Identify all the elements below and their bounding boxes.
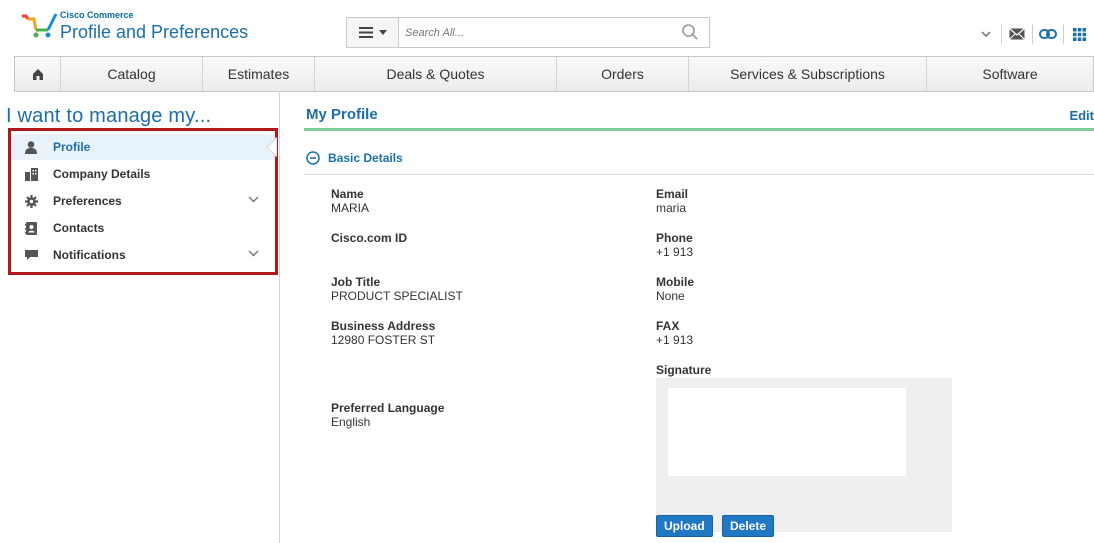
person-icon	[21, 140, 41, 154]
menu-item-notifications[interactable]: Notifications	[11, 242, 275, 268]
menu-item-company-details[interactable]: Company Details	[11, 161, 275, 187]
gear-icon	[21, 194, 41, 208]
field-value: +1 913	[656, 333, 694, 347]
left-panel: I want to manage my... Profile Company D…	[0, 92, 280, 543]
field-signature: Signature	[656, 364, 711, 377]
chevron-down-icon[interactable]	[248, 196, 259, 203]
app-title: Profile and Preferences	[60, 22, 249, 42]
field-label: Cisco.com ID	[331, 231, 408, 245]
field-label: Name	[331, 187, 364, 201]
chevron-down-icon[interactable]	[971, 23, 1001, 45]
field-value: PRODUCT SPECIALIST	[331, 289, 463, 303]
main-content: My Profile Edit Basic Details Name MARIA…	[290, 92, 1094, 543]
section-label: Basic Details	[328, 151, 403, 165]
field-label: Email	[656, 187, 689, 201]
mail-icon[interactable]	[1002, 23, 1032, 45]
field-value: +1 913	[656, 245, 694, 259]
edit-link[interactable]: Edit	[1069, 108, 1094, 123]
nav-orders[interactable]: Orders	[557, 57, 689, 91]
field-email: Email maria	[656, 188, 688, 215]
manage-title: I want to manage my...	[6, 105, 212, 127]
menu-label: Notifications	[53, 248, 126, 262]
signature-label: Signature	[656, 363, 712, 377]
hamburger-icon	[358, 27, 373, 38]
field-label: Business Address	[331, 319, 436, 333]
field-value: maria	[656, 201, 687, 215]
chat-icon	[21, 249, 41, 261]
divider	[304, 174, 1094, 175]
header-icons	[971, 22, 1094, 46]
nav-catalog[interactable]: Catalog	[61, 57, 203, 91]
chevron-down-icon[interactable]	[248, 250, 259, 257]
search-icon[interactable]	[681, 23, 699, 41]
app-header: Cisco Commerce Profile and Preferences	[0, 0, 1094, 54]
nav-services-subscriptions[interactable]: Services & Subscriptions	[689, 57, 927, 91]
grid-icon[interactable]	[1064, 23, 1094, 45]
field-label: Preferred Language	[331, 401, 445, 415]
section-header-basic-details[interactable]: Basic Details	[306, 151, 403, 165]
field-fax: FAX +1 913	[656, 320, 693, 347]
field-value: English	[331, 415, 371, 429]
field-name: Name MARIA	[331, 188, 369, 215]
nav-software[interactable]: Software	[927, 57, 1093, 91]
page-title: My Profile	[306, 106, 378, 123]
upload-button[interactable]: Upload	[656, 515, 713, 537]
field-label: FAX	[656, 319, 680, 333]
field-label: Phone	[656, 231, 693, 245]
menu-label: Company Details	[53, 167, 151, 181]
field-value: MARIA	[331, 201, 370, 215]
caret-down-icon	[378, 30, 387, 35]
field-job-title: Job Title PRODUCT SPECIALIST	[331, 276, 463, 303]
nav-deals-quotes[interactable]: Deals & Quotes	[315, 57, 557, 91]
search-scope-button[interactable]	[347, 18, 399, 47]
menu-label: Preferences	[53, 194, 122, 208]
home-icon	[32, 68, 43, 80]
field-label: Mobile	[656, 275, 694, 289]
title-underline	[304, 128, 1094, 131]
search-input[interactable]	[405, 23, 665, 43]
field-label: Job Title	[331, 275, 381, 289]
field-preferred-language: Preferred Language English	[331, 402, 444, 429]
field-phone: Phone +1 913	[656, 232, 693, 259]
field-value: 12980 FOSTER ST	[331, 333, 436, 347]
nav-estimates[interactable]: Estimates	[203, 57, 315, 91]
manage-menu: Profile Company Details Preferences Cont…	[8, 128, 278, 275]
main-nav: Catalog Estimates Deals & Quotes Orders …	[14, 56, 1094, 92]
field-mobile: Mobile None	[656, 276, 694, 303]
search-bar	[346, 17, 710, 48]
menu-label: Profile	[53, 140, 91, 154]
signature-box	[656, 378, 952, 532]
link-icon[interactable]	[1033, 23, 1063, 45]
active-indicator	[266, 137, 277, 157]
signature-image-area	[668, 388, 906, 476]
menu-label: Contacts	[53, 221, 105, 235]
menu-item-preferences[interactable]: Preferences	[11, 188, 275, 214]
contacts-icon	[21, 221, 41, 235]
menu-item-contacts[interactable]: Contacts	[11, 215, 275, 241]
delete-button[interactable]: Delete	[722, 515, 775, 537]
cart-logo-icon	[22, 13, 58, 38]
field-value: None	[656, 289, 685, 303]
field-cisco-id: Cisco.com ID	[331, 232, 407, 246]
building-icon	[21, 167, 41, 181]
collapse-icon[interactable]	[306, 151, 320, 165]
nav-home[interactable]	[15, 57, 61, 91]
menu-item-profile[interactable]: Profile	[11, 134, 277, 160]
brand-small: Cisco Commerce	[60, 10, 134, 20]
field-business-address: Business Address 12980 FOSTER ST	[331, 320, 435, 347]
